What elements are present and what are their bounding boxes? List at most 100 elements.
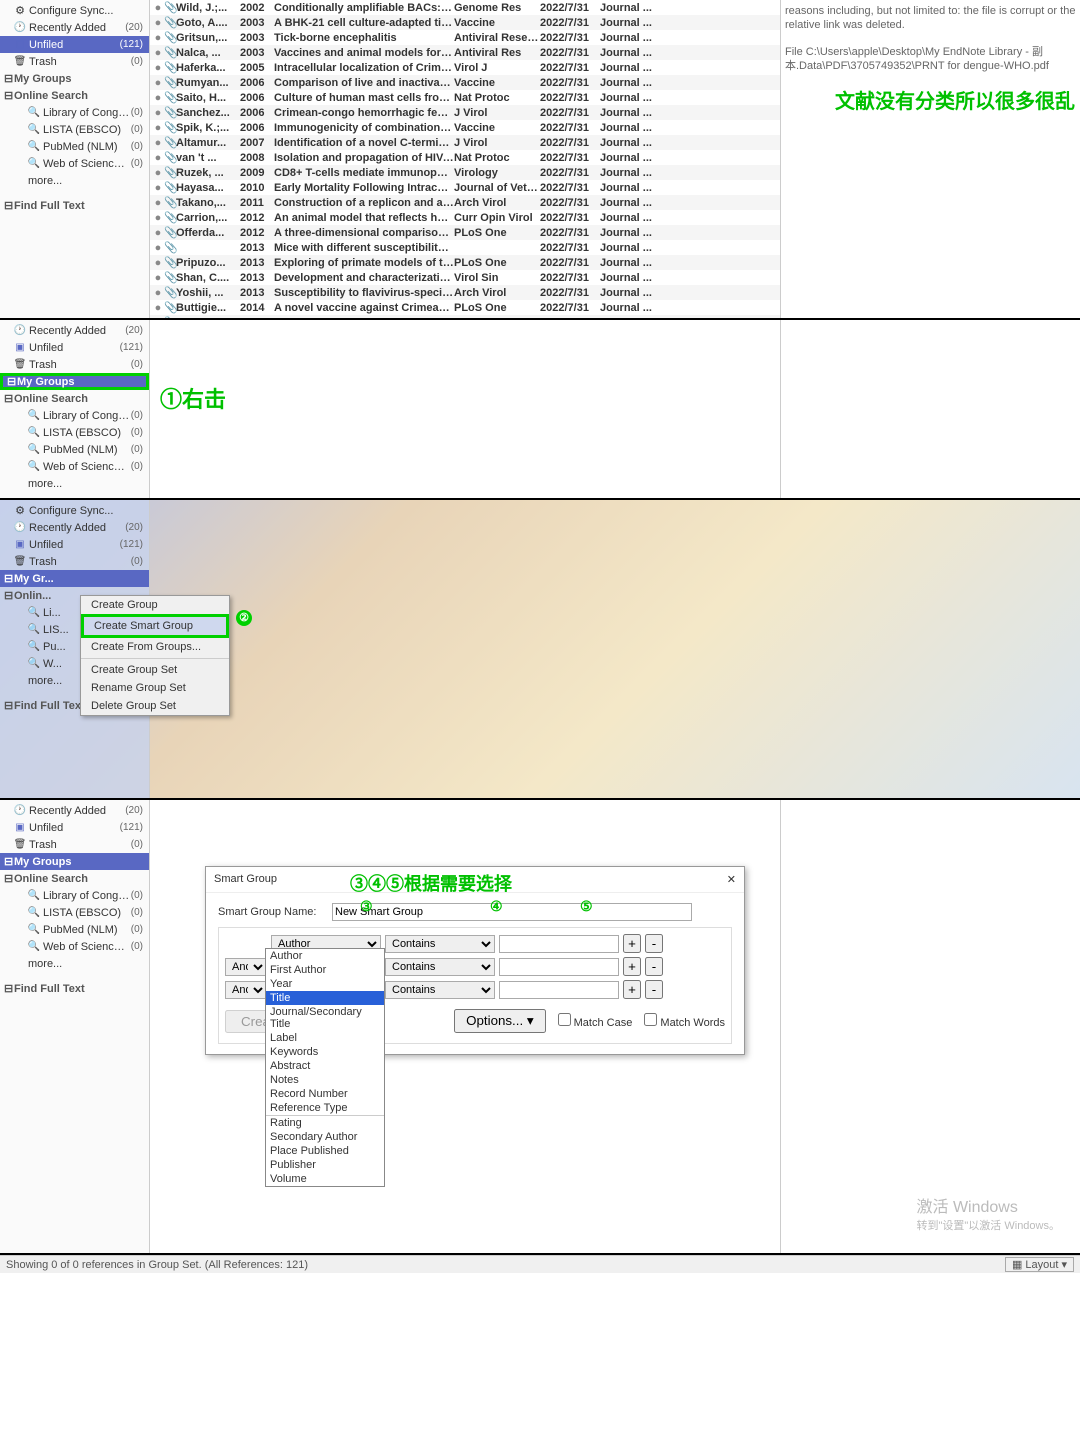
- bool-select-3[interactable]: And: [225, 981, 267, 999]
- create-from-groups[interactable]: Create From Groups...: [81, 638, 229, 656]
- dropdown-option[interactable]: Publisher: [266, 1158, 384, 1172]
- my-groups-header[interactable]: ⊟My Groups: [0, 853, 149, 870]
- add-row-button[interactable]: +: [623, 934, 641, 953]
- configure-sync[interactable]: ⚙Configure Sync...: [0, 502, 149, 519]
- configure-sync[interactable]: ⚙Configure Sync...: [0, 2, 149, 19]
- value-input-1[interactable]: [499, 935, 619, 953]
- unfiled[interactable]: Unfiled(121): [0, 339, 149, 356]
- dropdown-option[interactable]: Title: [266, 991, 384, 1005]
- dropdown-option[interactable]: Journal/Secondary Title: [266, 1005, 384, 1031]
- dropdown-option[interactable]: Secondary Author: [266, 1130, 384, 1144]
- dropdown-option[interactable]: Label: [266, 1031, 384, 1045]
- online-lib[interactable]: PubMed (NLM)(0): [0, 138, 149, 155]
- reference-row[interactable]: ●📎Saito, H...2006Culture of human mast c…: [150, 90, 780, 105]
- my-groups-header[interactable]: ⊟My Groups: [0, 70, 149, 87]
- unfiled[interactable]: Unfiled(121): [0, 536, 149, 553]
- bool-select-2[interactable]: And: [225, 958, 267, 976]
- online-search-header[interactable]: ⊟Online Search: [0, 870, 149, 887]
- online-search-header[interactable]: ⊟Online Search: [0, 87, 149, 104]
- online-lib[interactable]: Web of Science Core ...(0): [0, 458, 149, 475]
- online-lib[interactable]: Library of Congress(0): [0, 104, 149, 121]
- reference-row[interactable]: ●📎van 't ...2008Isolation and propagatio…: [150, 150, 780, 165]
- rename-group-set[interactable]: Rename Group Set: [81, 679, 229, 697]
- dropdown-option[interactable]: Reference Type: [266, 1101, 384, 1115]
- op-select-2[interactable]: Contains: [385, 958, 495, 976]
- reference-row[interactable]: ●📎Offerda...2012A three-dimensional comp…: [150, 225, 780, 240]
- reference-row[interactable]: ●📎Takano,...2011Construction of a replic…: [150, 195, 780, 210]
- online-lib[interactable]: PubMed (NLM)(0): [0, 921, 149, 938]
- reference-row[interactable]: ●📎Wild, J.;...2002Conditionally amplifia…: [150, 0, 780, 15]
- online-lib[interactable]: LISTA (EBSCO)(0): [0, 121, 149, 138]
- smart-group-name-input[interactable]: [332, 903, 692, 921]
- dropdown-option[interactable]: Place Published: [266, 1144, 384, 1158]
- recently-added[interactable]: Recently Added(20): [0, 322, 149, 339]
- remove-row-button[interactable]: -: [645, 957, 663, 976]
- reference-row[interactable]: ●📎Goto, A....2003A BHK-21 cell culture-a…: [150, 15, 780, 30]
- add-row-button[interactable]: +: [623, 980, 641, 999]
- dropdown-option[interactable]: Volume: [266, 1172, 384, 1186]
- reference-row[interactable]: ●📎2013Mice with different susceptibility…: [150, 240, 780, 255]
- dropdown-option[interactable]: Keywords: [266, 1045, 384, 1059]
- field-dropdown[interactable]: AuthorFirst AuthorYearTitleJournal/Secon…: [265, 948, 385, 1187]
- create-group[interactable]: Create Group: [81, 596, 229, 614]
- find-full-text-header[interactable]: ⊟Find Full Text: [0, 980, 149, 997]
- online-lib[interactable]: PubMed (NLM)(0): [0, 441, 149, 458]
- unfiled[interactable]: Unfiled(121): [0, 819, 149, 836]
- layout-button[interactable]: ▦ Layout ▾: [1005, 1257, 1074, 1272]
- create-smart-group[interactable]: Create Smart Group: [81, 614, 229, 638]
- reference-row[interactable]: ●📎Sanchez...2006Crimean-congo hemorrhagi…: [150, 105, 780, 120]
- unfiled[interactable]: Unfiled(121): [0, 36, 149, 53]
- reference-row[interactable]: ●📎Hayasa...2010Early Mortality Following…: [150, 180, 780, 195]
- reference-row[interactable]: ●📎Haferka...2005Intracellular localizati…: [150, 60, 780, 75]
- reference-row[interactable]: ●📎Gritsun,...2003Tick-borne encephalitis…: [150, 30, 780, 45]
- find-full-text-header[interactable]: ⊟Find Full Text: [0, 197, 149, 214]
- more-link[interactable]: more...: [0, 172, 149, 189]
- op-select-1[interactable]: Contains: [385, 935, 495, 953]
- recently-added[interactable]: Recently Added(20): [0, 802, 149, 819]
- online-lib[interactable]: LISTA (EBSCO)(0): [0, 424, 149, 441]
- match-case-checkbox[interactable]: Match Case: [558, 1013, 633, 1029]
- online-lib[interactable]: Web of Science Core ...(0): [0, 938, 149, 955]
- reference-row[interactable]: ●📎Altamur...2007Identification of a nove…: [150, 135, 780, 150]
- remove-row-button[interactable]: -: [645, 980, 663, 999]
- dropdown-option[interactable]: First Author: [266, 963, 384, 977]
- dropdown-option[interactable]: Author: [266, 949, 384, 963]
- value-input-3[interactable]: [499, 981, 619, 999]
- online-lib[interactable]: Web of Science Core ...(0): [0, 155, 149, 172]
- match-words-checkbox[interactable]: Match Words: [644, 1013, 725, 1029]
- trash[interactable]: Trash(0): [0, 356, 149, 373]
- value-input-2[interactable]: [499, 958, 619, 976]
- dropdown-option[interactable]: Abstract: [266, 1059, 384, 1073]
- reference-row[interactable]: ●📎Carrion,...2012An animal model that re…: [150, 210, 780, 225]
- op-select-3[interactable]: Contains: [385, 981, 495, 999]
- my-groups-header[interactable]: ⊟My Groups: [0, 373, 149, 390]
- reference-row[interactable]: ●📎Pripuzo...2013Exploring of primate mod…: [150, 255, 780, 270]
- delete-group-set[interactable]: Delete Group Set: [81, 697, 229, 715]
- close-button[interactable]: ✕: [727, 873, 736, 886]
- recently-added[interactable]: Recently Added(20): [0, 19, 149, 36]
- reference-row[interactable]: ●📎Maffioli...2014A Tick-Borne Encephalit…: [150, 315, 780, 318]
- trash[interactable]: Trash(0): [0, 553, 149, 570]
- dropdown-option[interactable]: Year: [266, 977, 384, 991]
- dropdown-option[interactable]: Record Number: [266, 1087, 384, 1101]
- online-search-header[interactable]: ⊟Online Search: [0, 390, 149, 407]
- create-group-set[interactable]: Create Group Set: [81, 661, 229, 679]
- trash[interactable]: Trash(0): [0, 53, 149, 70]
- trash[interactable]: Trash(0): [0, 836, 149, 853]
- more-link[interactable]: more...: [0, 475, 149, 492]
- more-link[interactable]: more...: [0, 955, 149, 972]
- reference-row[interactable]: ●📎Yoshii, ...2013Susceptibility to flavi…: [150, 285, 780, 300]
- reference-row[interactable]: ●📎Shan, C....2013Development and charact…: [150, 270, 780, 285]
- online-lib[interactable]: Library of Congress(0): [0, 407, 149, 424]
- reference-row[interactable]: ●📎Spik, K.;...2006Immunogenicity of comb…: [150, 120, 780, 135]
- dropdown-option[interactable]: Notes: [266, 1073, 384, 1087]
- online-lib[interactable]: LISTA (EBSCO)(0): [0, 904, 149, 921]
- remove-row-button[interactable]: -: [645, 934, 663, 953]
- reference-row[interactable]: ●📎Buttigie...2014A novel vaccine against…: [150, 300, 780, 315]
- options-button[interactable]: Options... ▾: [454, 1009, 545, 1033]
- add-row-button[interactable]: +: [623, 957, 641, 976]
- reference-row[interactable]: ●📎Nalca, ...2003Vaccines and animal mode…: [150, 45, 780, 60]
- online-lib[interactable]: Library of Congress(0): [0, 887, 149, 904]
- reference-row[interactable]: ●📎Ruzek, ...2009CD8+ T-cells mediate imm…: [150, 165, 780, 180]
- my-groups-header[interactable]: ⊟My Gr...: [0, 570, 149, 587]
